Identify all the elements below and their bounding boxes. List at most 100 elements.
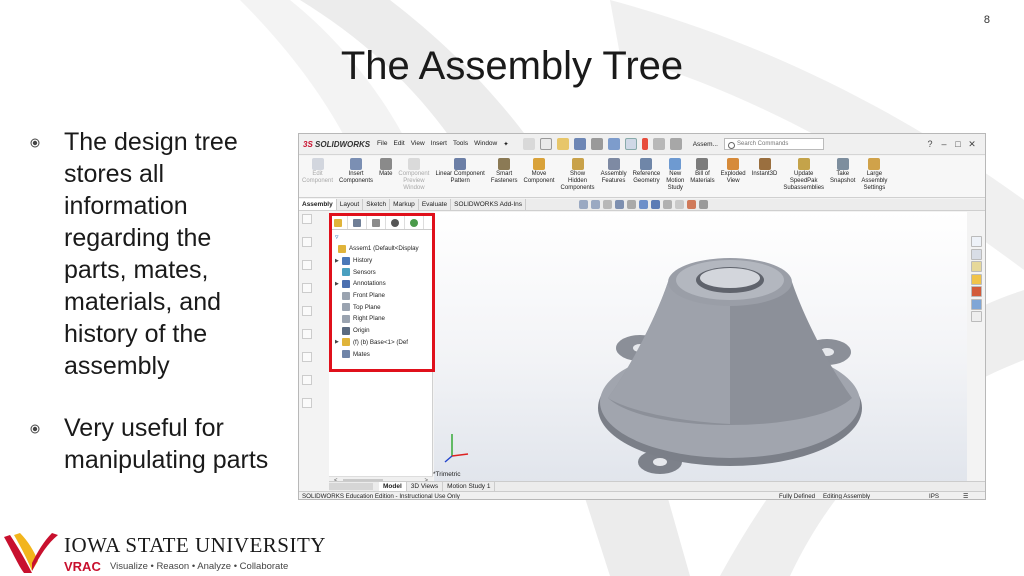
select-icon[interactable] bbox=[624, 138, 637, 150]
display-style-icon[interactable] bbox=[651, 200, 660, 209]
menu-window[interactable]: Window bbox=[474, 140, 497, 148]
feature-tree-item[interactable]: Mates bbox=[329, 348, 432, 360]
tab-assembly[interactable]: Assembly bbox=[299, 199, 337, 210]
ribbon-button[interactable]: Update SpeedPak Subassemblies bbox=[780, 156, 827, 197]
expand-arrow-icon[interactable]: ▶ bbox=[335, 281, 342, 287]
zoom-area-icon[interactable] bbox=[591, 200, 600, 209]
ribbon-button[interactable]: Take Snapshot bbox=[827, 156, 858, 197]
status-tooltip-icon[interactable]: ☰ bbox=[963, 492, 969, 499]
ribbon-button[interactable]: Move Component bbox=[521, 156, 558, 197]
home-icon[interactable] bbox=[522, 138, 535, 150]
feature-tree-item[interactable]: Front Plane bbox=[329, 290, 432, 302]
solidworks-forum-icon[interactable] bbox=[971, 311, 982, 322]
tool-strip-icon[interactable] bbox=[302, 260, 312, 270]
open-icon[interactable] bbox=[556, 138, 569, 150]
tab-navigation-arrows[interactable] bbox=[329, 483, 373, 490]
search-commands-input[interactable]: Search Commands bbox=[724, 138, 824, 150]
tab-model[interactable]: Model bbox=[379, 482, 407, 491]
ribbon-button[interactable]: Assembly Features bbox=[598, 156, 630, 197]
design-library-icon[interactable] bbox=[971, 248, 982, 260]
undo-icon[interactable] bbox=[607, 138, 620, 150]
graphics-area[interactable] bbox=[434, 212, 967, 482]
file-properties-icon[interactable] bbox=[652, 138, 665, 150]
resources-home-icon[interactable] bbox=[971, 236, 982, 247]
feature-tree-item[interactable]: ▶ Annotations bbox=[329, 278, 432, 290]
view-orientation-icon[interactable] bbox=[639, 200, 648, 209]
tab-layout[interactable]: Layout bbox=[337, 199, 364, 210]
ribbon-button[interactable]: Reference Geometry bbox=[630, 156, 664, 197]
ribbon-button[interactable]: Mate bbox=[376, 156, 395, 197]
tool-strip-icon[interactable] bbox=[302, 375, 312, 385]
tab-3d-views[interactable]: 3D Views bbox=[407, 482, 444, 491]
options-gear-icon[interactable] bbox=[669, 138, 682, 150]
file-explorer-icon[interactable] bbox=[971, 261, 982, 272]
menu-view[interactable]: View bbox=[411, 140, 425, 148]
apply-scene-icon[interactable] bbox=[687, 200, 696, 209]
tab-addins[interactable]: SOLIDWORKS Add-Ins bbox=[451, 199, 527, 210]
view-settings-icon[interactable] bbox=[699, 200, 708, 209]
feature-tree-item[interactable]: Assem1 (Default<Display bbox=[329, 243, 432, 255]
zoom-to-fit-icon[interactable] bbox=[579, 200, 588, 209]
feature-tree-item[interactable]: Sensors bbox=[329, 266, 432, 278]
menu-edit[interactable]: Edit bbox=[393, 140, 404, 148]
menu-file[interactable]: File bbox=[377, 140, 387, 148]
appearances-icon[interactable] bbox=[971, 286, 982, 297]
ribbon-button[interactable]: Bill of Materials bbox=[687, 156, 717, 197]
tool-strip-icon[interactable] bbox=[302, 352, 312, 362]
tool-strip-icon[interactable] bbox=[302, 398, 312, 408]
feature-manager-tab[interactable] bbox=[329, 216, 348, 229]
pin-icon[interactable]: ✦ bbox=[503, 140, 508, 148]
display-manager-tab[interactable] bbox=[405, 216, 424, 229]
edit-appearance-icon[interactable] bbox=[675, 200, 684, 209]
tool-strip-icon[interactable] bbox=[302, 214, 312, 224]
new-document-icon[interactable] bbox=[539, 138, 552, 150]
view-palette-icon[interactable] bbox=[971, 273, 982, 285]
feature-tree-item[interactable]: ▶ (f) (b) Base<1> (Def bbox=[329, 337, 432, 349]
custom-properties-icon[interactable] bbox=[971, 298, 982, 310]
previous-view-icon[interactable] bbox=[603, 200, 612, 209]
ribbon-button[interactable]: Show Hidden Components bbox=[558, 156, 598, 197]
expand-arrow-icon[interactable]: ▶ bbox=[335, 258, 342, 264]
section-view-icon[interactable] bbox=[615, 200, 624, 209]
tab-markup[interactable]: Markup bbox=[390, 199, 419, 210]
ribbon-button[interactable]: Linear Component Pattern bbox=[432, 156, 487, 197]
ribbon-button[interactable]: Large Assembly Settings bbox=[858, 156, 890, 197]
filter-icon[interactable]: ▿ bbox=[335, 233, 432, 243]
tab-evaluate[interactable]: Evaluate bbox=[419, 199, 452, 210]
tool-strip-icon[interactable] bbox=[302, 283, 312, 293]
status-units[interactable]: IPS bbox=[929, 492, 939, 499]
dimxpert-manager-tab[interactable] bbox=[386, 216, 405, 229]
tool-strip-icon[interactable] bbox=[302, 306, 312, 316]
close-icon[interactable]: ✕ bbox=[965, 139, 979, 150]
assembly-part-model[interactable] bbox=[434, 212, 967, 482]
tool-strip-icon[interactable] bbox=[302, 237, 312, 247]
property-manager-tab[interactable] bbox=[348, 216, 367, 229]
menu-insert[interactable]: Insert bbox=[431, 140, 447, 148]
ribbon-button[interactable]: Smart Fasteners bbox=[488, 156, 521, 197]
ribbon-button[interactable]: Instant3D bbox=[749, 156, 781, 197]
ribbon-button[interactable]: Component Preview Window bbox=[395, 156, 432, 197]
ribbon-command-icon bbox=[607, 158, 620, 170]
feature-tree-item[interactable]: Origin bbox=[329, 325, 432, 337]
ribbon-button[interactable]: New Motion Study bbox=[663, 156, 687, 197]
configuration-manager-tab[interactable] bbox=[367, 216, 386, 229]
minimize-icon[interactable]: – bbox=[937, 139, 951, 150]
ribbon-button[interactable]: Exploded View bbox=[718, 156, 749, 197]
print-icon[interactable] bbox=[590, 138, 603, 150]
expand-arrow-icon[interactable]: ▶ bbox=[335, 339, 342, 345]
hide-show-items-icon[interactable] bbox=[663, 200, 672, 209]
feature-tree-item[interactable]: Top Plane bbox=[329, 301, 432, 313]
tool-strip-icon[interactable] bbox=[302, 329, 312, 339]
tab-motion-study[interactable]: Motion Study 1 bbox=[443, 482, 496, 491]
dynamic-annotation-icon[interactable] bbox=[627, 200, 636, 209]
tab-sketch[interactable]: Sketch bbox=[363, 199, 391, 210]
help-icon[interactable]: ? bbox=[923, 139, 937, 150]
restore-icon[interactable]: □ bbox=[951, 139, 965, 150]
save-icon[interactable] bbox=[573, 138, 586, 150]
menu-tools[interactable]: Tools bbox=[453, 140, 468, 148]
feature-tree-item[interactable]: ▶ History bbox=[329, 255, 432, 267]
ribbon-button[interactable]: Edit Component bbox=[299, 156, 336, 197]
feature-tree-item[interactable]: Right Plane bbox=[329, 313, 432, 325]
rebuild-icon[interactable] bbox=[641, 138, 648, 150]
ribbon-button[interactable]: Insert Components bbox=[336, 156, 376, 197]
